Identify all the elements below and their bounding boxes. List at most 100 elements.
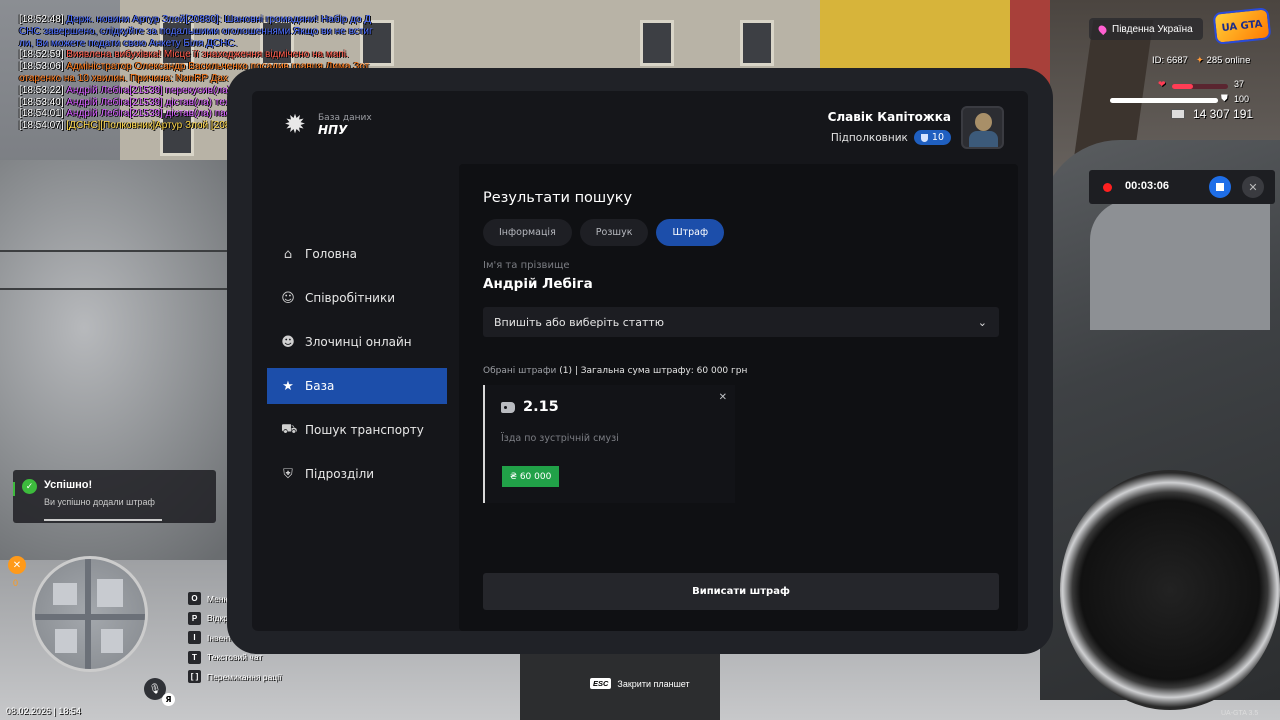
shield-icon xyxy=(920,133,928,142)
close-tablet-label: Закрити планшет xyxy=(617,678,690,689)
mic-muted-button[interactable]: ✕ xyxy=(1242,176,1264,198)
recording-time: 00:03:06 xyxy=(1125,180,1170,192)
summary-prefix: Обрані штрафи xyxy=(483,366,557,376)
tab-2[interactable]: Штраф xyxy=(656,219,725,246)
chevron-down-icon: ⌄ xyxy=(977,315,987,329)
tab-0[interactable]: Інформація xyxy=(483,219,572,246)
sidebar-item-label: База xyxy=(305,379,335,393)
vehicle-search-icon: ⛟ xyxy=(281,421,298,437)
summary-count: (1) xyxy=(559,366,572,376)
notification-progress xyxy=(44,519,162,521)
chat-timestamp: [18:52:59] xyxy=(19,49,64,61)
page-title: Результати пошуку xyxy=(483,190,633,206)
article-select[interactable]: Впишіть або виберіть статтю ⌄ xyxy=(483,307,999,337)
keybind-key: O xyxy=(188,592,201,606)
article-select-placeholder: Впишіть або виберіть статтю xyxy=(494,315,665,329)
sidebar-item-units[interactable]: ⛨ Підрозділи xyxy=(267,456,447,492)
keybind-key: [ ] xyxy=(188,670,201,684)
fine-card: 2.15 Їзда по зустрічній смузі ✕ ₴ 60 000 xyxy=(483,385,735,503)
shield-icon: ⛊ xyxy=(1221,93,1228,103)
user-profile: Славік Капітожка Підполковник 10 xyxy=(828,106,1004,149)
chat-message: Андрій Лебіга[21539] дістав(ла) паспорт xyxy=(66,108,252,120)
chat-message: ли, Ви можете подати свою Анкету Біля ДС… xyxy=(19,37,238,49)
sidebar-item-label: Злочинці онлайн xyxy=(305,335,412,349)
version-watermark: UA-GTA 3.5 xyxy=(1221,710,1259,717)
screen-recorder: 00:03:06 ✕ xyxy=(1089,170,1275,204)
user-level: 10 xyxy=(931,132,944,143)
police-emblem-icon xyxy=(282,112,308,138)
tab-1[interactable]: Розшук xyxy=(579,219,649,246)
player-id-online: ID: 6687 ✦ 285 online xyxy=(1152,55,1250,66)
chat-timestamp: [18:53:40] xyxy=(19,96,64,108)
region-label: Південна Україна xyxy=(1112,23,1193,35)
sidebar-item-database[interactable]: ★ База xyxy=(267,368,447,404)
keybind-key: P xyxy=(188,611,201,625)
sidebar-item-employees[interactable]: ☺ Співробітники xyxy=(267,280,447,316)
online-count: 285 online xyxy=(1206,55,1251,66)
brand-name: НПУ xyxy=(318,123,348,137)
heart-icon: ❤ xyxy=(1158,79,1166,89)
sidebar-item-home[interactable]: ⌂ Головна xyxy=(267,236,447,272)
chat-message: Виявлена вибухівка! Місце її знаходження… xyxy=(66,49,349,61)
online-icon: ✦ xyxy=(1195,55,1204,66)
check-icon: ✓ xyxy=(22,479,37,494)
cash-icon xyxy=(1171,109,1185,119)
stop-recording-button[interactable] xyxy=(1209,176,1231,198)
server-logo: UA GTA xyxy=(1212,7,1272,45)
date-time: 08.02.2026 | 18:54 xyxy=(6,706,81,716)
sidebar-nav: ⌂ Головна ☺ Співробітники ☻ Злочинці онлайн ★ Б… xyxy=(267,236,447,500)
success-notification: ✓ Успішно! Ви успішно додали штраф xyxy=(13,470,216,523)
name-value: Андрій Лебіга xyxy=(483,276,593,292)
chat-line: СНС завершено, слідкуйте за подальшими о… xyxy=(19,26,399,38)
fines-summary: Обрані штрафи (1) | Загальна сума штрафу… xyxy=(483,366,747,376)
keybind-row: [ ] Перемикання рації xyxy=(188,667,281,687)
sidebar-item-vehicle-search[interactable]: ⛟ Пошук транспорту xyxy=(267,412,447,448)
keybind-label: Перемикання рації xyxy=(207,671,282,682)
hunger-icon: ✕ xyxy=(8,556,26,574)
chat-timestamp: [18:53:06] xyxy=(19,61,64,73)
notification-title: Успішно! xyxy=(44,479,93,491)
sidebar-item-label: Головна xyxy=(305,247,357,261)
home-icon: ⌂ xyxy=(283,246,293,262)
minimap xyxy=(32,556,148,672)
sidebar-item-criminals-online[interactable]: ☻ Злочинці онлайн xyxy=(267,324,447,360)
user-rank: Підполковник xyxy=(830,131,908,144)
chat-line: [18:52:59] Виявлена вибухівка! Місце її … xyxy=(19,49,399,61)
health-value: 37 xyxy=(1234,79,1245,89)
armor-bar xyxy=(1110,98,1218,103)
money-value: 14 307 191 xyxy=(1193,107,1254,121)
money-display: 14 307 191 xyxy=(1171,107,1253,121)
user-level-badge: 10 xyxy=(913,130,951,145)
chat-message: СНС завершено, слідкуйте за подальшими о… xyxy=(19,25,373,37)
sidebar-item-label: Пошук транспорту xyxy=(305,423,424,437)
search-results-panel: Результати пошуку Інформація Розшук Штраф … xyxy=(459,164,1018,631)
fine-code: 2.15 xyxy=(523,399,559,415)
user-name: Славік Капітожка xyxy=(827,110,951,124)
chat-timestamp: [18:52:48] xyxy=(19,14,64,25)
esc-key: ESC xyxy=(590,678,612,689)
health-bar xyxy=(1172,84,1193,89)
issue-fine-button[interactable]: Виписати штраф xyxy=(483,573,999,610)
chat-message: отаренко на 10 хвилин. Причина: NonRP Да… xyxy=(19,72,228,84)
criminals-online-icon: ☻ xyxy=(281,334,295,350)
keybind-key: T xyxy=(188,650,201,664)
mic-key: Я xyxy=(162,693,175,706)
armor-value: 100 xyxy=(1234,94,1250,104)
database-icon: ★ xyxy=(282,378,294,394)
tablet-screen: База даних НПУ Славік Капітожка Підполко… xyxy=(252,91,1028,631)
units-icon: ⛨ xyxy=(283,466,293,482)
fine-description: Їзда по зустрічній смузі xyxy=(501,433,619,444)
name-label: Ім'я та прізвище xyxy=(483,260,570,271)
avatar xyxy=(961,106,1004,149)
hunger-value: 0 xyxy=(13,578,19,588)
chat-line: [18:52:48] Держ. новини Артур Злой[20880… xyxy=(19,14,399,26)
chat-timestamp: [18:53:22] xyxy=(19,84,64,96)
employees-icon: ☺ xyxy=(281,290,295,306)
player-id: ID: 6687 xyxy=(1152,55,1188,66)
notification-text: Ви успішно додали штраф xyxy=(44,497,155,507)
summary-total: | Загальна сума штрафу: 60 000 грн xyxy=(574,366,748,376)
chat-timestamp: [18:54:07] xyxy=(19,120,64,132)
result-tabs: Інформація Розшук Штраф xyxy=(483,219,725,246)
fine-amount-badge: ₴ 60 000 xyxy=(502,466,560,487)
remove-fine-close-icon[interactable]: ✕ xyxy=(719,392,727,403)
